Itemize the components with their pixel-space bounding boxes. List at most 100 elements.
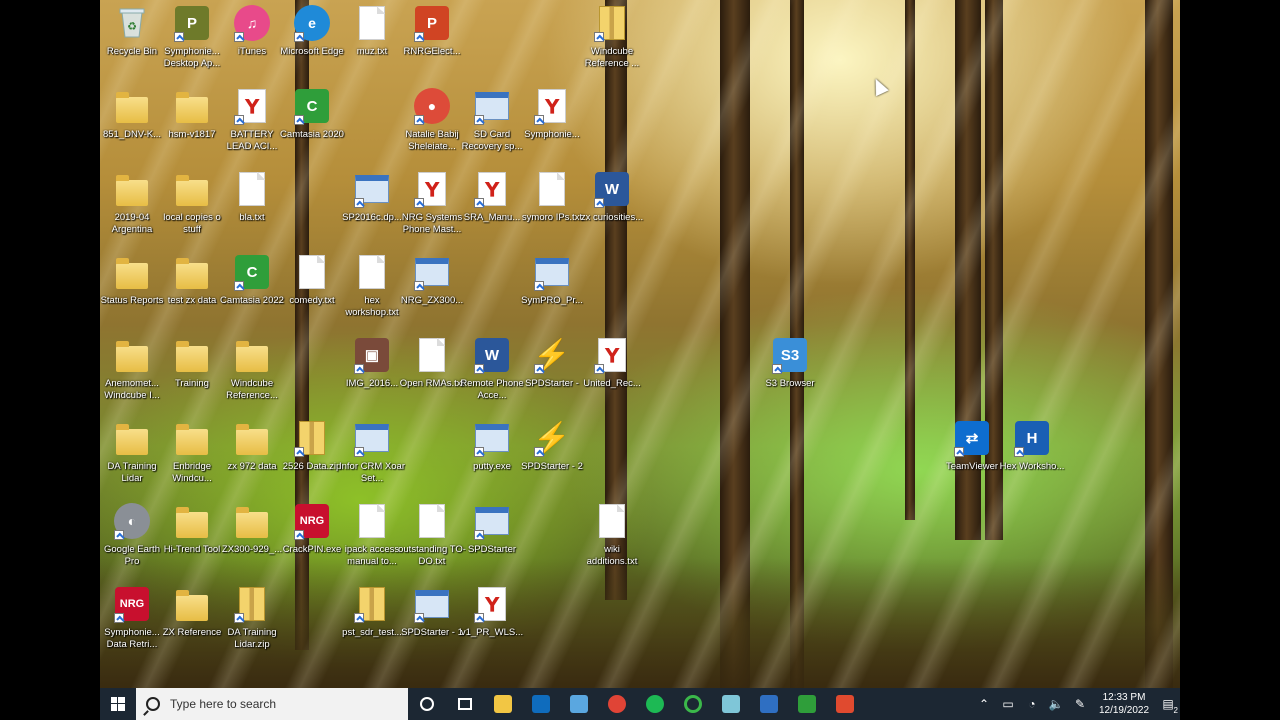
desktop-icon[interactable]: ⚡ SPDStarter - — [520, 334, 584, 416]
taskbar-app-button[interactable] — [674, 688, 712, 720]
photos-button[interactable] — [560, 688, 598, 720]
desktop-icon[interactable]: Enbridge Windcu... — [160, 417, 224, 499]
desktop-icon[interactable]: C Camtasia 2020 — [280, 85, 344, 167]
desktop-icon[interactable]: SD Card Recovery sp... — [460, 85, 524, 167]
desktop-icon-label: Symphonie... — [524, 129, 580, 140]
desktop-icon[interactable]: Windcube Reference ... — [580, 2, 644, 84]
desktop-icon[interactable]: Anemomet... Windcube I... — [100, 334, 164, 416]
desktop-icon[interactable]: Hi-Trend Tool — [160, 500, 224, 582]
desktop-icon[interactable]: comedy.txt — [280, 251, 344, 333]
outlook-button[interactable] — [522, 688, 560, 720]
desktop-icon[interactable]: test zx data — [160, 251, 224, 333]
desktop[interactable]: ♻ Recycle Bin P Symphonie... Desktop Ap... ♫… — [100, 0, 1180, 720]
desktop-icon[interactable]: Status Reports — [100, 251, 164, 333]
desktop-icon-label: ZX300-929_... — [221, 544, 283, 555]
desktop-icon[interactable]: bla.txt — [220, 168, 284, 250]
shortcut-arrow-icon — [354, 613, 364, 623]
taskbar-app-button[interactable] — [750, 688, 788, 720]
desktop-icon[interactable]: local copies o stuff — [160, 168, 224, 250]
desktop-icon[interactable]: W Remote Phone Acce... — [460, 334, 524, 416]
desktop-icon[interactable]: ⅄ BATTERY LEAD ACI... — [220, 85, 284, 167]
text-file-icon — [354, 4, 390, 42]
desktop-icon[interactable]: P Symphonie... Desktop Ap... — [160, 2, 224, 84]
desktop-icon[interactable]: NRG Symphonie... Data Retri... — [100, 583, 164, 665]
shortcut-arrow-icon — [1014, 447, 1024, 457]
desktop-icon[interactable]: e Microsoft Edge — [280, 2, 344, 84]
desktop-icon[interactable]: ▣ IMG_2016... — [340, 334, 404, 416]
desktop-icon[interactable]: ⅄ NRG Systems Phone Mast... — [400, 168, 464, 250]
desktop-icon[interactable]: hex workshop.txt — [340, 251, 404, 333]
shortcut-arrow-icon — [954, 447, 964, 457]
desktop-icon[interactable]: ⅄ v1_PR_WLS... — [460, 583, 524, 665]
desktop-icon[interactable]: ZX300-929_... — [220, 500, 284, 582]
desktop-icon[interactable]: ⇄ TeamViewer — [940, 417, 1004, 499]
desktop-icon[interactable]: pst_sdr_test... — [340, 583, 404, 665]
desktop-icon[interactable]: Open RMAs.txt — [400, 334, 464, 416]
desktop-icon[interactable]: P RNRGElect... — [400, 2, 464, 84]
camtasia-icon — [798, 695, 816, 713]
desktop-icon[interactable]: 851_DNV-K... — [100, 85, 164, 167]
desktop-icon[interactable]: Training — [160, 334, 224, 416]
desktop-icon[interactable]: hsm-v1817 — [160, 85, 224, 167]
desktop-icon[interactable]: zx 972 data — [220, 417, 284, 499]
desktop-icon[interactable]: outstanding TO-DO.txt — [398, 500, 466, 582]
desktop-icon[interactable]: S3 S3 Browser — [758, 334, 822, 416]
camtasia-button[interactable] — [788, 688, 826, 720]
desktop-icon[interactable]: NRG_ZX300... — [400, 251, 464, 333]
desktop-icon[interactable]: ⅄ SRA_Manu... — [460, 168, 524, 250]
taskbar-clock[interactable]: 12:33 PM 12/19/2022 — [1092, 691, 1156, 717]
desktop-icon[interactable]: ♻ Recycle Bin — [100, 2, 164, 84]
desktop-icon[interactable]: ● Natalie Babij Sheleiate... — [400, 85, 464, 167]
desktop-icon[interactable]: Wzx curiosities... — [580, 168, 644, 250]
desktop-icon[interactable]: ♫ iTunes — [220, 2, 284, 84]
desktop-icon[interactable]: ◐ Google Earth Pro — [100, 500, 164, 582]
start-button[interactable] — [100, 688, 136, 720]
action-center-icon[interactable]: ▤ 2 — [1156, 697, 1180, 715]
chrome-button[interactable] — [598, 688, 636, 720]
show-hidden-icons-icon[interactable]: ⌃ — [972, 697, 996, 711]
desktop-icon[interactable]: SPDStarter — [460, 500, 524, 582]
network-icon[interactable]: ◔ — [1020, 697, 1044, 711]
desktop-icon[interactable]: wiki additions.txt — [580, 500, 644, 582]
desktop-icon[interactable]: putty.exe — [460, 417, 524, 499]
desktop-icon[interactable]: SPDStarter - 1 — [400, 583, 464, 665]
desktop-icon[interactable]: ⅄ United_Rec... — [580, 334, 644, 416]
volume-icon[interactable]: 🔈 — [1044, 697, 1068, 711]
camtasia-recorder-button[interactable] — [826, 688, 864, 720]
file-explorer-button[interactable] — [484, 688, 522, 720]
battery-icon[interactable]: ▭ — [996, 697, 1020, 711]
desktop-icon[interactable]: symoro IPs.txt — [520, 168, 584, 250]
taskbar-app-button[interactable] — [712, 688, 750, 720]
setup-icon — [354, 170, 390, 208]
desktop-icon[interactable]: ipack access manual to... — [340, 500, 404, 582]
desktop-icon[interactable]: 2019-04 Argentina — [100, 168, 164, 250]
camtasia-recorder-icon — [836, 695, 854, 713]
clock-time: 12:33 PM — [1102, 692, 1146, 703]
desktop-icon[interactable]: ZX Reference — [160, 583, 224, 665]
folder-icon — [234, 336, 270, 374]
desktop-icon[interactable]: ⅄ Symphonie... — [520, 85, 584, 167]
pen-icon[interactable]: ✎ — [1068, 697, 1092, 711]
desktop-icon[interactable]: muz.txt — [340, 2, 404, 84]
desktop-icon[interactable]: C Camtasia 2022 — [220, 251, 284, 333]
edge-icon: e — [294, 4, 330, 42]
desktop-icon[interactable]: Infor CRM Xoar Set... — [339, 417, 405, 499]
spotify-button[interactable] — [636, 688, 674, 720]
remote-desktop-icon — [760, 695, 778, 713]
desktop-icon[interactable]: 2526 Data.zip — [280, 417, 344, 499]
shortcut-arrow-icon — [474, 115, 484, 125]
desktop-icon[interactable]: SymPRO_Pr... — [520, 251, 584, 333]
taskbar-search-box[interactable]: Type here to search — [136, 688, 408, 720]
task-view-button[interactable] — [446, 688, 484, 720]
desktop-icon-label: Recycle Bin — [106, 46, 158, 57]
desktop-icon[interactable]: ⚡ SPDStarter - 2 — [520, 417, 584, 499]
folder-icon — [114, 170, 150, 208]
desktop-icon[interactable]: H Hex Worksho... — [1000, 417, 1064, 499]
cortana-button[interactable] — [408, 688, 446, 720]
desktop-icon[interactable]: DA Training Lidar.zip — [220, 583, 284, 665]
desktop-icon[interactable]: SP2016c.dp... — [340, 168, 404, 250]
desktop-icon[interactable]: Windcube Reference... — [220, 334, 284, 416]
desktop-icon-label: Camtasia 2020 — [280, 129, 344, 140]
desktop-icon[interactable]: DA Training Lidar — [100, 417, 164, 499]
desktop-icon[interactable]: NRG CrackPIN.exe — [280, 500, 344, 582]
